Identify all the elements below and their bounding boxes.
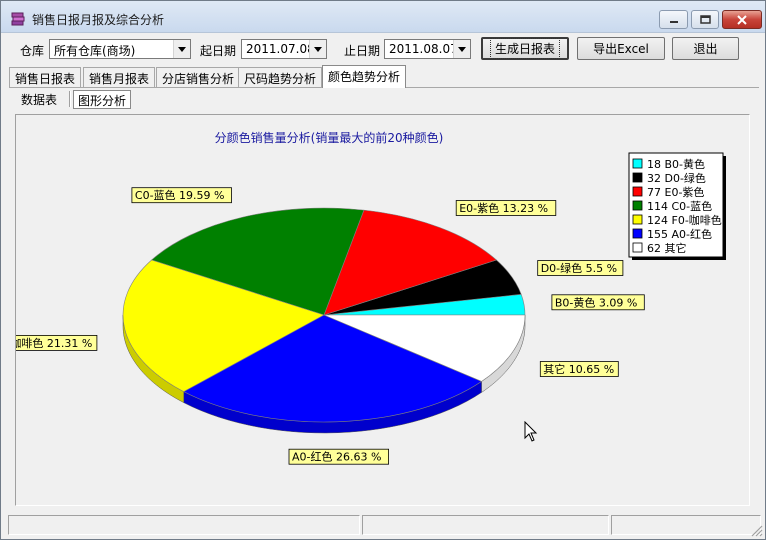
generate-report-label: 生成日报表: [489, 38, 560, 59]
slice-label: F0-咖啡色 21.31 %: [16, 334, 98, 351]
svg-text:F0-咖啡色 21.31 %: F0-咖啡色 21.31 %: [16, 336, 92, 350]
exit-button[interactable]: 退出: [672, 37, 739, 60]
start-date-value: 2011.07.08: [246, 42, 315, 56]
app-books-icon: [11, 12, 25, 26]
chart-title: 分颜色销售量分析(销量最大的前20种颜色): [215, 130, 444, 145]
warehouse-select[interactable]: 所有仓库(商场): [49, 39, 191, 59]
start-date-picker[interactable]: 2011.07.08: [241, 39, 327, 59]
svg-text:32 D0-绿色: 32 D0-绿色: [647, 171, 706, 185]
svg-text:B0-黄色 3.09 %: B0-黄色 3.09 %: [555, 295, 637, 309]
chevron-down-icon[interactable]: [173, 40, 190, 58]
end-date-label: 止日期: [344, 44, 381, 58]
subtab-chart-analysis[interactable]: 图形分析: [73, 90, 132, 109]
minimize-button[interactable]: [659, 10, 688, 29]
tab-size-trend[interactable]: 尺码趋势分析: [238, 67, 323, 87]
title-bar[interactable]: 销售日报月报及综合分析: [1, 1, 765, 33]
chevron-down-icon[interactable]: [453, 40, 470, 58]
warehouse-value: 所有仓库(商场): [54, 44, 136, 58]
subtab-separator: [69, 91, 71, 107]
svg-text:18 B0-黄色: 18 B0-黄色: [647, 157, 705, 171]
close-icon: [737, 14, 747, 25]
status-panel-middle: [362, 515, 609, 535]
chart-panel: 分颜色销售量分析(销量最大的前20种颜色) B0-黄色 3.09 % D0-绿色 5…: [15, 114, 750, 506]
svg-text:其它 10.65 %: 其它 10.65 %: [543, 362, 614, 376]
slice-label: 其它 10.65 %: [539, 361, 619, 377]
svg-text:114 C0-蓝色: 114 C0-蓝色: [647, 199, 712, 213]
status-panel-left: [8, 515, 360, 535]
warehouse-label: 仓库: [20, 44, 45, 58]
close-button[interactable]: [722, 10, 762, 29]
end-date-picker[interactable]: 2011.08.07: [384, 39, 471, 59]
tab-daily-report[interactable]: 销售日报表: [9, 67, 82, 87]
slice-label: D0-绿色 5.5 %: [537, 260, 624, 276]
legend-item: 124 F0-咖啡色: [632, 213, 722, 227]
start-date-label: 起日期: [200, 44, 237, 58]
end-date-value: 2011.08.07: [389, 42, 458, 56]
svg-text:E0-紫色 13.23 %: E0-紫色 13.23 %: [459, 201, 548, 215]
tab-color-trend[interactable]: 颜色趋势分析: [322, 65, 407, 88]
svg-text:A0-红色 26.63 %: A0-红色 26.63 %: [292, 450, 381, 464]
svg-text:155 A0-红色: 155 A0-红色: [647, 227, 712, 241]
slice-label: C0-蓝色 19.59 %: [131, 187, 232, 204]
generate-report-button[interactable]: 生成日报表: [481, 37, 569, 60]
svg-text:D0-绿色 5.5 %: D0-绿色 5.5 %: [541, 261, 617, 275]
subtab-data-table[interactable]: 数据表: [17, 90, 61, 109]
maximize-icon: [699, 15, 711, 24]
svg-text:77 E0-紫色: 77 E0-紫色: [647, 185, 704, 199]
tab-branch-analysis[interactable]: 分店销售分析: [156, 67, 241, 87]
svg-text:62 其它: 62 其它: [647, 241, 687, 255]
export-excel-button[interactable]: 导出Excel: [577, 37, 665, 60]
status-bar: [1, 513, 765, 539]
chevron-down-icon[interactable]: [309, 40, 326, 58]
app-window: 销售日报月报及综合分析 仓库 所有仓库(商场) 起日期 2011.07.08 止…: [0, 0, 766, 540]
window-title: 销售日报月报及综合分析: [32, 13, 165, 27]
resize-grip-icon[interactable]: [749, 523, 763, 537]
exit-label: 退出: [693, 42, 718, 56]
svg-text:124 F0-咖啡色: 124 F0-咖啡色: [647, 213, 722, 227]
slice-label: E0-紫色 13.23 %: [455, 200, 557, 216]
slice-label: A0-红色 26.63 %: [288, 448, 389, 465]
pie-chart: 分颜色销售量分析(销量最大的前20种颜色) B0-黄色 3.09 % D0-绿色 5…: [16, 130, 726, 465]
slice-label: B0-黄色 3.09 %: [551, 294, 645, 311]
maximize-button[interactable]: [691, 10, 719, 29]
status-panel-right: [611, 515, 761, 535]
mouse-pointer-icon: [524, 421, 538, 442]
tab-monthly-report[interactable]: 销售月报表: [83, 67, 156, 87]
chart-legend: 18 B0-黄色32 D0-绿色77 E0-紫色114 C0-蓝色124 F0-…: [628, 152, 726, 260]
svg-text:C0-蓝色 19.59 %: C0-蓝色 19.59 %: [135, 188, 225, 202]
minimize-icon: [669, 20, 678, 23]
export-excel-label: 导出Excel: [593, 42, 649, 56]
